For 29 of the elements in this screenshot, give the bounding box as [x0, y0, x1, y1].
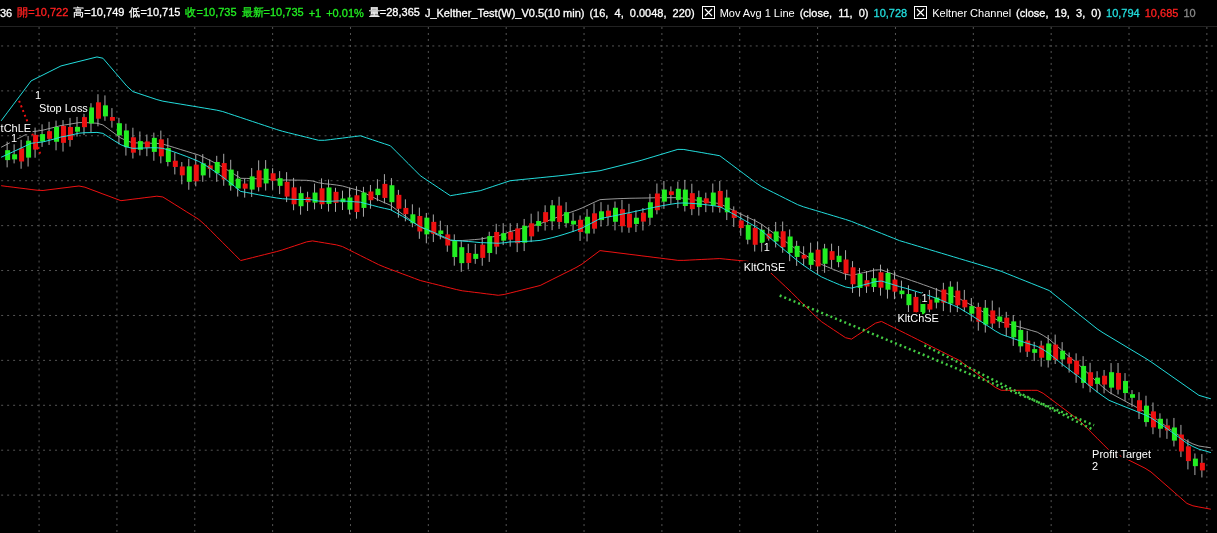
quote-value: 高=10,749	[73, 5, 125, 21]
quote-value: +1	[308, 6, 322, 19]
close-checkbox-icon[interactable]	[701, 6, 715, 20]
signal-label: 2	[1092, 460, 1099, 473]
indicator-name: Keltner Channel	[932, 6, 1012, 19]
quote-value: 10,728	[873, 6, 908, 19]
quote-value: (close, 11, 0)	[799, 6, 869, 19]
quote-value: (close, 19, 3, 0)	[1016, 6, 1102, 19]
signal-label: KltChSE	[743, 260, 786, 273]
quote-value: 開=10,722	[17, 5, 69, 21]
quote-value: 低=10,715	[129, 5, 181, 21]
quote-value: 量=28,365	[368, 5, 420, 21]
quote-value: 收=10,735	[185, 5, 237, 21]
signal-label: 1	[11, 131, 18, 144]
quote-value: J_Kelther_Test(W)_V0.5(10 min)	[424, 6, 585, 19]
close-checkbox-icon[interactable]	[914, 6, 928, 20]
quote-value: 10	[1183, 6, 1196, 19]
signal-label: Stop Loss	[39, 101, 88, 114]
signal-label: 1	[35, 88, 42, 101]
quote-value: (16, 4, 0.0048, 220)	[589, 6, 695, 19]
signal-label: 1	[921, 292, 928, 305]
signal-label: 1	[763, 240, 770, 253]
signal-label: Profit Target	[1092, 448, 1152, 461]
indicator-name: Mov Avg 1 Line	[719, 6, 795, 19]
quote-value: 10,794	[1106, 6, 1140, 19]
quote-value: 最新=10,735	[241, 5, 304, 21]
quote-value: 36	[0, 6, 13, 19]
quote-value: +0.01%	[326, 6, 364, 19]
quote-value: 10,685	[1144, 6, 1179, 19]
